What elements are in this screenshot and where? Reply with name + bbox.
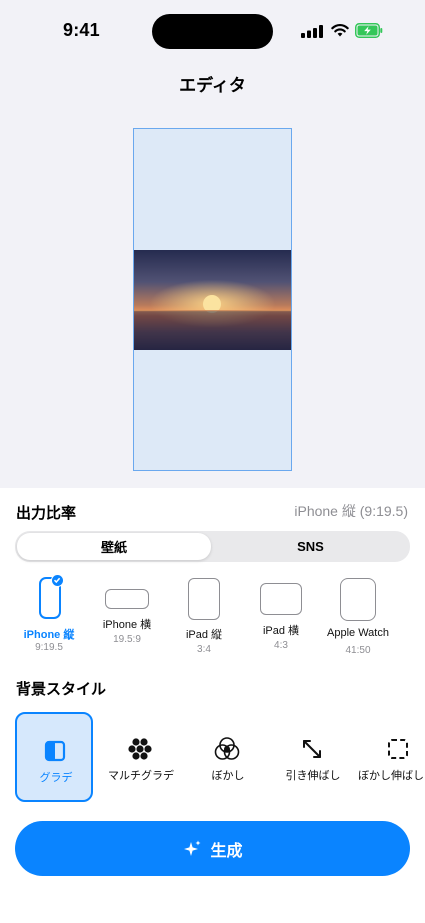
battery-charging-icon [355, 23, 383, 38]
tab-wallpaper[interactable]: 壁紙 [17, 533, 211, 560]
gradient-icon [44, 740, 66, 762]
page-title: エディタ [179, 76, 246, 95]
device-ratio: 9:19.5 [35, 642, 63, 653]
device-name: iPad 横 [262, 625, 300, 637]
style-stretch[interactable]: 引き伸ばし [274, 712, 352, 802]
style-label: グラデ [39, 772, 73, 784]
stretch-icon [303, 740, 321, 758]
watch-icon [340, 578, 376, 621]
status-bar: 9:41 [0, 0, 425, 60]
device-name: iPhone 縦 [23, 629, 75, 641]
style-blur[interactable]: ぼかし [189, 712, 267, 802]
status-time: 9:41 [63, 20, 100, 40]
device-ipad-landscape[interactable]: iPad 横 4:3 [241, 574, 321, 664]
device-name: Apple Watch [327, 627, 389, 639]
wallpaper-preview-canvas[interactable] [133, 128, 292, 471]
device-ratio: 19.5:9 [113, 634, 141, 645]
blur-icon [214, 737, 240, 760]
style-multi-gradient[interactable]: マルチグラデ [102, 712, 180, 802]
device-ratio: 41:50 [345, 645, 371, 656]
device-iphone-portrait[interactable]: iPhone 縦 9:19.5 [9, 574, 89, 664]
multi-gradient-icon [128, 738, 152, 760]
device-ipad-portrait[interactable]: iPad 縦 3:4 [164, 574, 244, 664]
tablet-landscape-icon [260, 583, 302, 615]
style-gradient[interactable]: グラデ [15, 712, 93, 802]
device-ratio: 4:3 [274, 640, 288, 651]
device-name: iPhone 横 [102, 619, 152, 631]
style-label: ぼかし伸ばし [358, 770, 424, 782]
output-ratio-value: iPhone 縦 (9:19.5) [294, 503, 408, 519]
checkmark-badge-icon [51, 574, 64, 587]
settings-panel: 出力比率 iPhone 縦 (9:19.5) 壁紙 SNS iPhone 縦 9… [0, 488, 425, 923]
generate-button[interactable]: 生成 [15, 821, 410, 876]
dynamic-island [152, 14, 273, 49]
generate-label: 生成 [210, 842, 243, 860]
device-name: iPad 縦 [185, 629, 223, 641]
style-label: ぼかし [211, 770, 245, 782]
tab-sns[interactable]: SNS [213, 533, 408, 560]
tablet-portrait-icon [188, 578, 220, 620]
output-ratio-label: 出力比率 [16, 505, 77, 522]
phone-landscape-icon [105, 589, 149, 609]
device-ratio: 3:4 [197, 644, 211, 655]
cellular-signal-icon [301, 25, 323, 38]
style-label: 引き伸ばし [285, 770, 341, 782]
sparkles-icon [184, 840, 201, 856]
style-label: マルチグラデ [108, 770, 174, 782]
style-blur-stretch[interactable]: ぼかし伸ばし [358, 712, 425, 802]
device-apple-watch[interactable]: Apple Watch 41:50 [318, 574, 398, 664]
device-iphone-landscape[interactable]: iPhone 横 19.5:9 [87, 574, 167, 664]
wifi-icon [331, 24, 349, 37]
blur-stretch-icon [388, 739, 408, 759]
sunset-image [134, 250, 291, 350]
background-style-label: 背景スタイル [16, 681, 107, 698]
category-segmented-control: 壁紙 SNS [15, 531, 410, 562]
